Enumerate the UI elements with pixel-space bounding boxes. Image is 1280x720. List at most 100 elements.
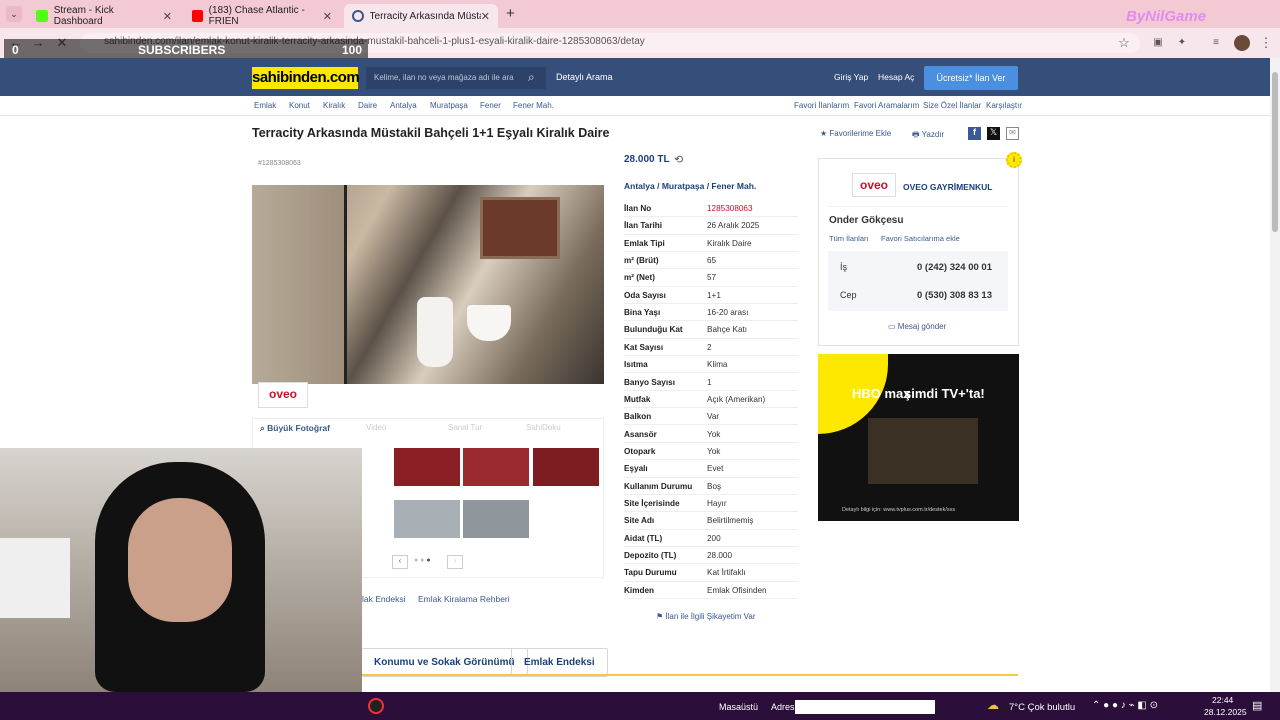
media-icon[interactable]: ≡	[1206, 33, 1226, 53]
detailed-search-link[interactable]: Detaylı Arama	[556, 72, 613, 82]
agency-logo-small: oveo	[258, 382, 308, 408]
desktop-toolbar[interactable]: Masaüstü	[719, 702, 758, 712]
youtube-icon	[192, 10, 203, 22]
complaint-link[interactable]: ⚑ İlan ile İlgili Şikayetim Var	[656, 612, 756, 621]
fav-seller-link[interactable]: Favori Satıcılarıma ekle	[881, 234, 960, 243]
breadcrumb-item[interactable]: Muratpaşa	[430, 101, 468, 110]
sahidoku-tab[interactable]: SahiDoku	[526, 423, 561, 432]
detail-key: Otopark	[624, 446, 656, 456]
index-tab[interactable]: Emlak Endeksi	[511, 648, 608, 677]
breadcrumb-item[interactable]: Fener Mah.	[513, 101, 554, 110]
prev-arrow-icon[interactable]: ‹	[392, 555, 408, 569]
search-input[interactable]: Kelime, ilan no veya mağaza adı ile ara	[366, 67, 546, 89]
phone-label-mobile: Cep	[840, 290, 857, 300]
detail-row: Depozito (TL) 28.000	[624, 547, 798, 565]
detail-value: Var	[707, 412, 720, 422]
close-icon[interactable]: ✕	[481, 10, 490, 23]
free-ad-button[interactable]: Ücretsiz* İlan Ver	[924, 66, 1018, 90]
notification-icon[interactable]: ▤	[1252, 699, 1262, 712]
big-photo-tab[interactable]: ⌕ Büyük Fotoğraf	[260, 423, 330, 434]
detail-key: Kat Sayısı	[624, 342, 664, 352]
thumbnail[interactable]	[394, 448, 460, 486]
mail-icon[interactable]: ✉	[1006, 127, 1019, 140]
detail-key: Eşyalı	[624, 464, 648, 474]
tab-sahibinden[interactable]: Terracity Arkasında Müstakil Ba ✕	[344, 4, 498, 28]
special-listings-link[interactable]: Size Özel İlanlar	[923, 101, 981, 110]
detail-key: Balkon	[624, 412, 652, 422]
tab-kick[interactable]: Stream - Kick Dashboard ✕	[28, 4, 180, 28]
new-tab-button[interactable]: +	[506, 5, 515, 22]
thumbnail[interactable]	[533, 448, 599, 486]
app-icon[interactable]	[368, 698, 384, 714]
breadcrumb-item[interactable]: Daire	[358, 101, 377, 110]
breadcrumb-item[interactable]: Emlak	[254, 101, 276, 110]
district-link[interactable]: Muratpaşa	[662, 181, 705, 191]
search-icon[interactable]: ⌕	[528, 70, 535, 85]
all-ads-link[interactable]: Tüm İlanları	[829, 234, 869, 243]
thumbnail[interactable]	[463, 448, 529, 486]
main-photo[interactable]	[252, 185, 604, 384]
tab-title: Terracity Arkasında Müstakil Ba	[369, 10, 481, 22]
detail-value: 200	[707, 533, 721, 543]
neighborhood-link[interactable]: Fener Mah.	[711, 181, 756, 191]
breadcrumb-item[interactable]: Kiralık	[323, 101, 345, 110]
video-tab[interactable]: Video	[366, 423, 386, 432]
clock-time[interactable]: 22:44	[1212, 695, 1233, 705]
price-history-icon[interactable]: ⟲	[674, 153, 683, 166]
breadcrumb-item[interactable]: Fener	[480, 101, 501, 110]
clock-date[interactable]: 28.12.2025	[1204, 707, 1247, 717]
hbo-ad-banner[interactable]: HBO max şimdi TV+'ta! Detaylı bilgi için…	[818, 354, 1019, 521]
detail-row: Bina Yaşı 16-20 arası	[624, 304, 798, 322]
close-icon[interactable]: ✕	[163, 10, 172, 23]
tab-title: (183) Chase Atlantic - FRIEN	[208, 5, 305, 27]
facebook-icon[interactable]: f	[968, 127, 981, 140]
detail-value: Açık (Amerikan)	[707, 394, 766, 404]
thumbnail[interactable]	[463, 500, 529, 538]
fav-listings-link[interactable]: Favori İlanlarım	[794, 101, 849, 110]
bookmark-star-icon[interactable]: ☆	[1114, 33, 1134, 53]
location-breadcrumb: Antalya / Muratpaşa / Fener Mah.	[624, 181, 757, 191]
site-logo[interactable]: sahibinden.com	[252, 67, 360, 89]
detail-key: Depozito (TL)	[624, 551, 677, 560]
thumbnail[interactable]	[394, 500, 460, 538]
send-message-link[interactable]: ▭ Mesaj gönder	[888, 322, 946, 331]
detail-value: Yok	[707, 446, 721, 456]
next-arrow-icon[interactable]: ›	[447, 555, 463, 569]
index-link[interactable]: lak Endeksi	[362, 594, 405, 604]
address-toolbar-input[interactable]	[795, 700, 935, 714]
detail-key: Tapu Durumu	[624, 568, 677, 578]
tab-youtube[interactable]: (183) Chase Atlantic - FRIEN ✕	[184, 4, 340, 28]
weather-text[interactable]: 7°C Çok bulutlu	[1009, 702, 1075, 713]
phone-work[interactable]: 0 (242) 324 00 01	[917, 262, 992, 273]
breadcrumb-item[interactable]: Konut	[289, 101, 310, 110]
compare-link[interactable]: Karşılaştır	[986, 101, 1022, 110]
add-favorite-label: Favorilerime Ekle	[829, 129, 892, 138]
register-link[interactable]: Hesap Aç	[878, 72, 914, 82]
section-divider	[362, 674, 1018, 676]
close-icon[interactable]: ✕	[323, 10, 332, 23]
profile-avatar[interactable]	[1234, 35, 1250, 51]
add-favorite-link[interactable]: ★ Favorilerime Ekle	[820, 129, 891, 138]
fav-searches-link[interactable]: Favori Aramalarım	[854, 101, 919, 110]
city-link[interactable]: Antalya	[624, 181, 655, 191]
detail-key: m² (Net)	[624, 273, 655, 283]
breadcrumb-item[interactable]: Antalya	[390, 101, 417, 110]
seller-company[interactable]: OVEO GAYRİMENKUL	[903, 182, 992, 192]
extension-icon[interactable]: ▣	[1148, 33, 1168, 53]
location-tab[interactable]: Konumu ve Sokak Görünümü	[362, 648, 528, 677]
print-link[interactable]: 🖶 Yazdır	[912, 129, 944, 143]
tray-icons[interactable]: ⌃ ● ● ♪ ⌁ ◧ ⊙	[1092, 700, 1158, 711]
detail-row: Isıtma Klima	[624, 356, 798, 374]
virtual-tour-tab[interactable]: Sanal Tur	[448, 423, 482, 432]
scrollbar-thumb[interactable]	[1272, 72, 1278, 232]
phone-mobile[interactable]: 0 (530) 308 83 13	[917, 290, 992, 301]
loading-icon	[352, 10, 364, 22]
login-link[interactable]: Giriş Yap	[834, 72, 868, 82]
puzzle-icon[interactable]: ✦	[1172, 33, 1192, 53]
pagination-dots: ● ● ●	[414, 557, 431, 564]
seller-logo[interactable]: oveo	[852, 173, 896, 197]
tab-search-button[interactable]: ⌄	[6, 6, 22, 22]
rental-guide-link[interactable]: Emlak Kiralama Rehberi	[418, 594, 510, 604]
menu-icon[interactable]: ⋮	[1256, 33, 1276, 53]
x-share-icon[interactable]: 𝕏	[987, 127, 1000, 140]
